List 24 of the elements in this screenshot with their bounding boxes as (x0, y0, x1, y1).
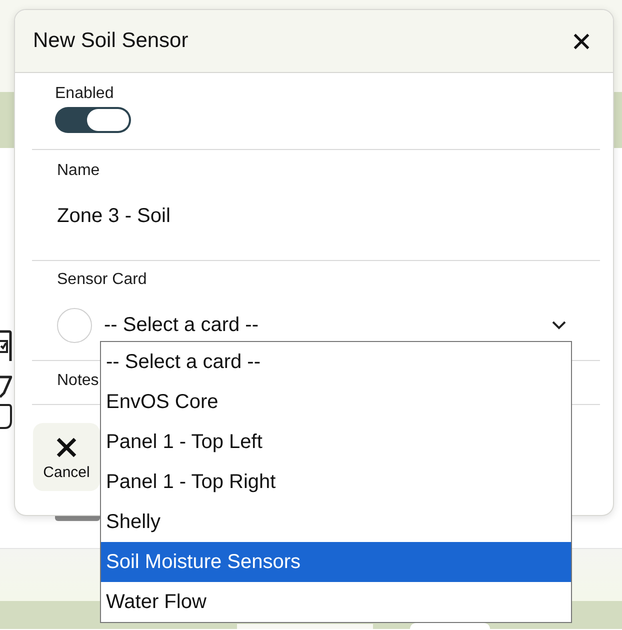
close-icon (56, 437, 77, 458)
dropdown-option[interactable]: -- Select a card -- (101, 342, 571, 382)
dropdown-option[interactable]: Panel 1 - Top Left (101, 422, 571, 462)
close-icon (573, 32, 590, 50)
button-edge (55, 516, 100, 521)
dropdown-option[interactable]: Shelly (101, 502, 571, 542)
dialog-title: New Soil Sensor (33, 29, 188, 53)
card-select[interactable]: -- Select a card -- (104, 310, 575, 340)
circle-icon (57, 308, 92, 343)
toggle-switch[interactable] (55, 107, 131, 133)
name-field[interactable]: Zone 3 - Soil (57, 203, 600, 229)
checkbox-icon (0, 330, 12, 362)
dropdown-option[interactable]: Panel 1 - Top Right (101, 462, 571, 502)
dropdown-option[interactable]: Water Flow (101, 582, 571, 622)
chevron-down-icon (552, 321, 566, 330)
field-label: Enabled (55, 85, 114, 103)
field-label: Name (57, 161, 100, 181)
field-label: Notes (57, 371, 99, 391)
cancel-button[interactable]: Cancel (33, 423, 100, 491)
funnel-icon (0, 375, 12, 430)
field-label: Sensor Card (57, 270, 147, 290)
dropdown-option[interactable]: Soil Moisture Sensors (101, 542, 571, 582)
dropdown-option[interactable]: EnvOS Core (101, 382, 571, 422)
close-button[interactable] (573, 32, 590, 50)
